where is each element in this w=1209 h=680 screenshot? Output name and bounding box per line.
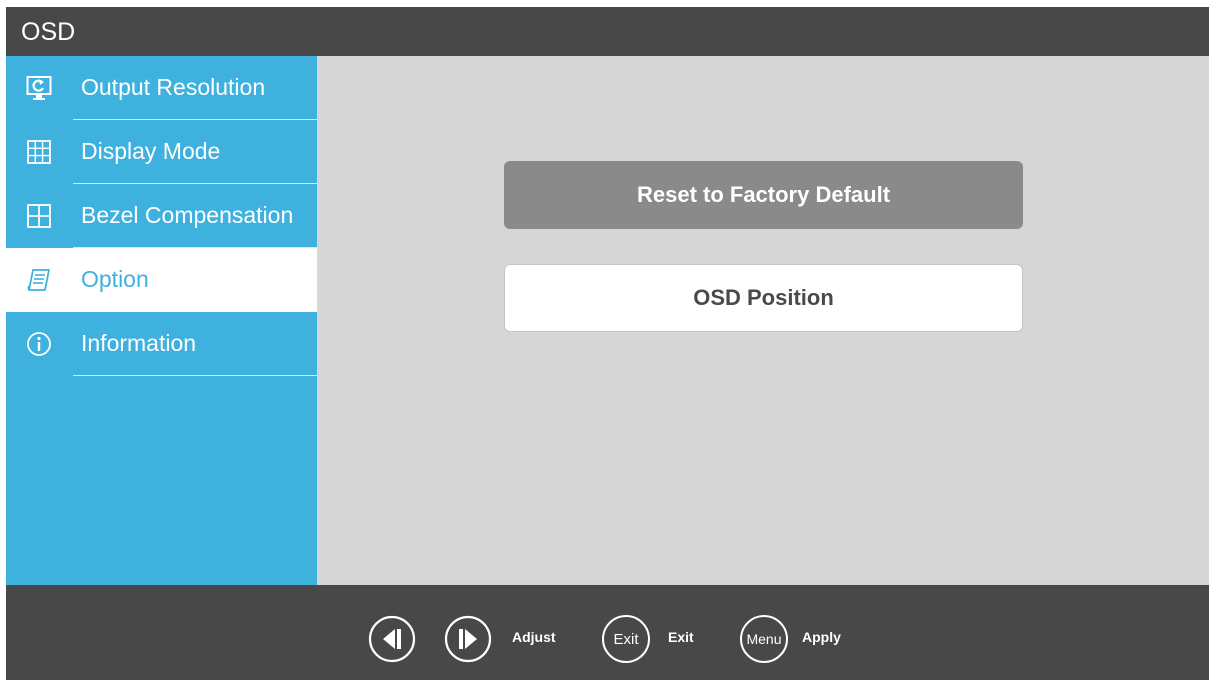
- apply-label: Apply: [802, 629, 841, 645]
- sidebar-item-output-resolution[interactable]: Output Resolution: [6, 56, 317, 120]
- title-bar: OSD: [6, 7, 1209, 56]
- right-arrow-icon[interactable]: [444, 615, 492, 663]
- sidebar-item-bezel-compensation[interactable]: Bezel Compensation: [6, 184, 317, 248]
- exit-button[interactable]: Exit: [602, 615, 650, 663]
- osd-position-label: OSD Position: [693, 285, 834, 310]
- reset-factory-default-button[interactable]: Reset to Factory Default: [504, 161, 1023, 229]
- osd-window: OSD Output Resolution Display Mode Bezel…: [6, 7, 1209, 680]
- sidebar-item-label: Display Mode: [81, 138, 221, 164]
- grid-icon: [27, 140, 51, 164]
- menu-button-text: Menu: [746, 631, 782, 647]
- exit-button-text: Exit: [613, 630, 639, 648]
- sidebar-item-display-mode[interactable]: Display Mode: [6, 120, 317, 184]
- sidebar-item-label: Option: [81, 266, 149, 292]
- sidebar-item-information[interactable]: Information: [6, 312, 317, 376]
- sidebar: Output Resolution Display Mode Bezel Com…: [6, 56, 317, 585]
- output-resolution-icon: [26, 76, 52, 100]
- window-title: OSD: [21, 18, 76, 46]
- divider: [73, 375, 317, 376]
- sidebar-item-label: Output Resolution: [81, 74, 266, 100]
- sidebar-item-label: Bezel Compensation: [81, 202, 294, 228]
- option-document-icon: [27, 269, 50, 291]
- exit-label: Exit: [668, 629, 694, 645]
- info-icon: [27, 332, 51, 356]
- sidebar-item-option[interactable]: Option: [6, 248, 317, 312]
- menu-button[interactable]: Menu: [740, 615, 788, 663]
- osd-position-button[interactable]: OSD Position: [504, 264, 1023, 332]
- sidebar-item-label: Information: [81, 330, 197, 356]
- footer-bar: Adjust Exit Exit Menu Apply: [6, 585, 1209, 680]
- reset-factory-default-label: Reset to Factory Default: [636, 182, 891, 207]
- adjust-label: Adjust: [512, 629, 556, 645]
- bezel-icon: [27, 204, 51, 228]
- left-arrow-icon[interactable]: [368, 615, 416, 663]
